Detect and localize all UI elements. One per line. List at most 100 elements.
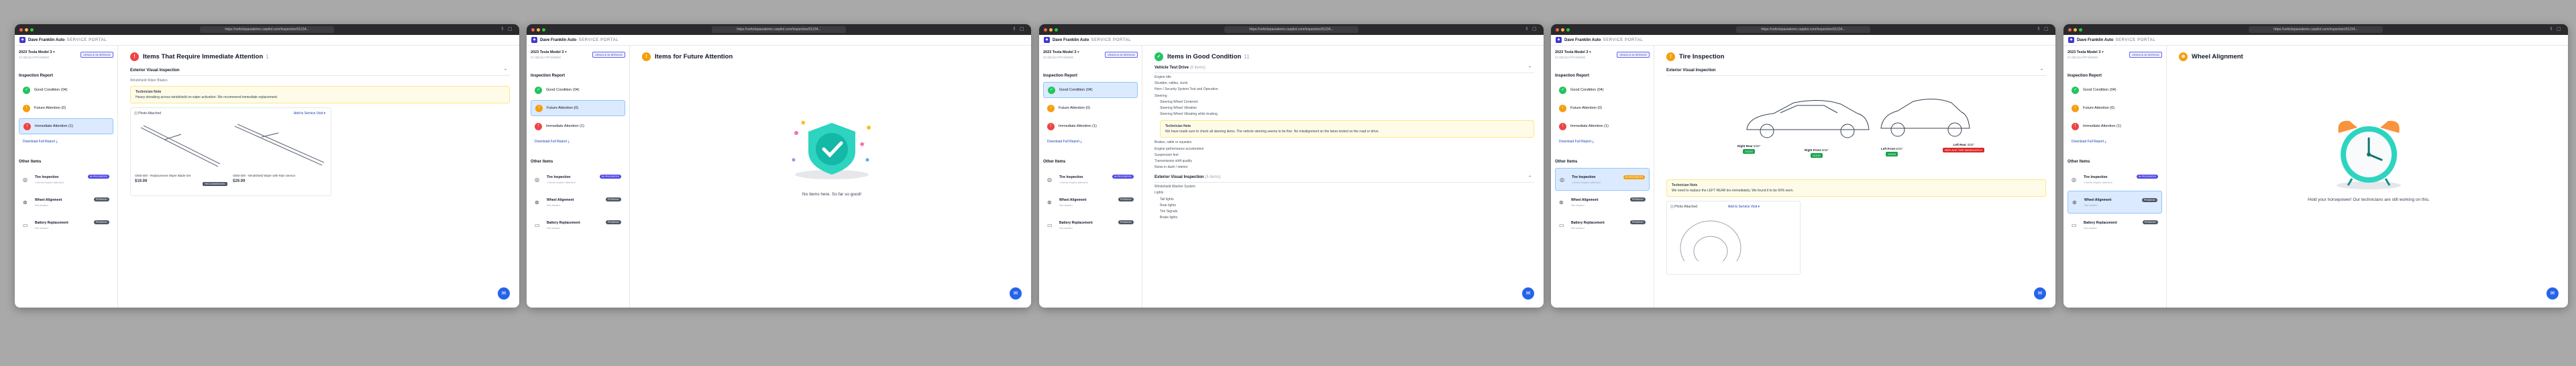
card-header[interactable]: Vehicle Test Drive (6 items) ⌃: [1155, 66, 1534, 73]
other-item-tire[interactable]: ◎ Tire Inspection 1 items require attentio…: [2068, 168, 2162, 191]
minimize-dot[interactable]: [537, 28, 540, 32]
other-item-wheel[interactable]: ⊛ Wheel Alignment Not started PENDING: [531, 191, 625, 214]
chat-button[interactable]: ✉: [498, 287, 510, 300]
chat-button[interactable]: ✉: [1010, 287, 1022, 300]
report-item-immediate[interactable]: ! Immediate Attention (1): [19, 118, 113, 134]
minimize-dot[interactable]: [1049, 28, 1053, 32]
share-icon[interactable]: ⇪: [2037, 27, 2042, 32]
minimize-dot[interactable]: [2074, 28, 2077, 32]
tabs-icon[interactable]: ▢: [1532, 27, 1538, 32]
url-bar[interactable]: https://vehiclepassdemo.carpilot.com/ins…: [1736, 26, 1870, 33]
report-item-good[interactable]: ✓ Good Condition (04): [1555, 82, 1650, 98]
tire-right-front[interactable]: Right Front 6/32" GOOD: [1805, 148, 1829, 158]
card-header[interactable]: Exterior Visual Inspection (5 items) ⌃: [1155, 175, 1534, 183]
report-item-immediate[interactable]: ! Immediate Attention (1): [2068, 118, 2162, 134]
exterior-list: Windshield Washer System Lights Tail lig…: [1155, 185, 1195, 220]
chevron-up-icon[interactable]: ⌃: [1528, 175, 1532, 180]
tire-left-rear[interactable]: Left Rear 3/32" REPLACE TIRE IMMEDIATELY: [1943, 143, 1985, 152]
other-item-wheel[interactable]: ⊛ Wheel Alignment Not started PENDING: [19, 191, 113, 214]
other-item-wheel[interactable]: ⊛ Wheel Alignment Not started PENDING: [2068, 191, 2162, 214]
status-badge: PENDING: [1118, 197, 1134, 201]
page-title: ✓ Items in Good Condition 11: [1155, 51, 1534, 62]
tire-right-rear[interactable]: Right Rear 5/32" GOOD: [1737, 144, 1760, 154]
chat-button[interactable]: ✉: [1522, 287, 1534, 300]
close-dot[interactable]: [19, 28, 23, 32]
report-item-immediate[interactable]: ! Immediate Attention (1): [531, 118, 625, 134]
report-item-future[interactable]: ! Future Attention (0): [1555, 100, 1650, 116]
chevron-up-icon[interactable]: ⌃: [504, 68, 507, 73]
zoom-dot[interactable]: [30, 28, 34, 32]
test-drive-list: Engine Idle Shudder, rattles, clunk Horn…: [1155, 75, 1218, 117]
report-item-future[interactable]: ! Future Attention (0): [531, 100, 625, 116]
part-option-1[interactable]: OEM 600 - Replacement Wiper Blade Set $19…: [135, 174, 227, 186]
other-item-wheel[interactable]: ⊛ Wheel Alignment Not started PENDING: [1043, 191, 1138, 214]
chat-button[interactable]: ✉: [2034, 287, 2046, 300]
report-item-future[interactable]: ! Future Attention (0): [1043, 100, 1138, 116]
report-item-good[interactable]: ✓ Good Condition (04): [1043, 82, 1138, 98]
other-item-battery[interactable]: ▭ Battery Replacement Not started PENDING: [1043, 214, 1138, 236]
other-item-tire[interactable]: ◎ Tire Inspection 1 items require attentio…: [1043, 168, 1138, 191]
share-icon[interactable]: ⇪: [500, 27, 506, 32]
tabs-icon[interactable]: ▢: [508, 27, 513, 32]
report-item-good[interactable]: ✓ Good Condition (04): [531, 82, 625, 98]
minimize-dot[interactable]: [25, 28, 28, 32]
url-bar[interactable]: https://vehiclepassdemo.carpilot.com/ins…: [2249, 26, 2383, 33]
tabs-icon[interactable]: ▢: [2557, 27, 2562, 32]
close-dot[interactable]: [2068, 28, 2072, 32]
other-item-wheel[interactable]: ⊛ Wheel Alignment Not started PENDING: [1555, 191, 1650, 214]
other-item-battery[interactable]: ▭ Battery Replacement Not started PENDING: [1555, 214, 1650, 236]
tire-left-front[interactable]: Left Front 6/32" GOOD: [1881, 147, 1903, 156]
download-report-link[interactable]: Download Full Report ⤓: [1559, 140, 1650, 144]
share-icon[interactable]: ⇪: [2549, 27, 2555, 32]
download-report-link[interactable]: Download Full Report ⤓: [535, 140, 625, 144]
download-report-link[interactable]: Download Full Report ⤓: [2072, 140, 2162, 144]
chat-button[interactable]: ✉: [2546, 287, 2559, 300]
portal-label: SERVICE PORTAL: [1091, 38, 1132, 42]
add-service-button[interactable]: Add to Service Visit ▾: [294, 111, 325, 116]
zoom-dot[interactable]: [1566, 28, 1570, 32]
part-option-2[interactable]: OEM 600 - Windshield Wiper with Rain Sen…: [233, 174, 327, 183]
other-item-tire[interactable]: ◎ Tire Inspection 1 items require attentio…: [1555, 168, 1650, 191]
download-report-link[interactable]: Download Full Report ⤓: [23, 140, 113, 144]
add-service-button[interactable]: Add to Service Visit ▾: [1728, 205, 1760, 209]
technician-note: Technician Note We have made sure to chec…: [1160, 120, 1534, 138]
tire-icon: ◎: [1047, 176, 1052, 183]
vehicle-status-badge: VEHICLE IN SERVICE: [2129, 52, 2162, 58]
main-content: ✓ Items in Good Condition 11 Vehicle Test …: [1150, 46, 1538, 308]
test-drive-card: Vehicle Test Drive (6 items) ⌃ Engine Idl…: [1155, 66, 1534, 171]
zoom-dot[interactable]: [542, 28, 545, 32]
status-badge: IN PROGRESS: [599, 175, 621, 179]
url-bar[interactable]: https://vehiclepassdemo.carpilot.com/ins…: [712, 26, 846, 33]
card-header[interactable]: Exterior Visual Inspection ⌃: [130, 68, 510, 76]
vehicle-status-badge: VEHICLE IN SERVICE: [80, 52, 113, 58]
chevron-up-icon[interactable]: ⌃: [2040, 68, 2043, 73]
card-header[interactable]: Exterior Visual Inspection ⌃: [1666, 68, 2046, 76]
report-item-immediate[interactable]: ! Immediate Attention (1): [1043, 118, 1138, 134]
download-report-link[interactable]: Download Full Report ⤓: [1047, 140, 1138, 144]
report-item-future[interactable]: ! Future Attention (0): [2068, 100, 2162, 116]
report-item-immediate[interactable]: ! Immediate Attention (1): [1555, 118, 1650, 134]
tabs-icon[interactable]: ▢: [2044, 27, 2049, 32]
browser-chrome: https://vehiclepassdemo.carpilot.com/ins…: [1551, 24, 2055, 35]
share-icon[interactable]: ⇪: [1012, 27, 1018, 32]
url-bar[interactable]: https://vehiclepassdemo.carpilot.com/ins…: [1224, 26, 1358, 33]
other-item-battery[interactable]: ▭ Battery Replacement Not started PENDING: [19, 214, 113, 236]
chevron-up-icon[interactable]: ⌃: [1528, 66, 1532, 71]
other-item-tire[interactable]: ◎ Tire Inspection 1 items require attentio…: [19, 168, 113, 191]
share-icon[interactable]: ⇪: [1525, 27, 1530, 32]
report-item-good[interactable]: ✓ Good Condition (04): [2068, 82, 2162, 98]
minimize-dot[interactable]: [1561, 28, 1564, 32]
other-item-battery[interactable]: ▭ Battery Replacement Not started PENDING: [2068, 214, 2162, 236]
other-item-tire[interactable]: ◎ Tire Inspection 1 items require attentio…: [531, 168, 625, 191]
zoom-dot[interactable]: [1055, 28, 1058, 32]
report-item-future[interactable]: ! Future Attention (0): [19, 100, 113, 116]
url-bar[interactable]: https://vehiclepassdemo.carpilot.com/ins…: [200, 26, 334, 33]
close-dot[interactable]: [1556, 28, 1559, 32]
close-dot[interactable]: [531, 28, 535, 32]
portal-label: SERVICE PORTAL: [578, 38, 619, 42]
close-dot[interactable]: [1044, 28, 1047, 32]
zoom-dot[interactable]: [2079, 28, 2082, 32]
tabs-icon[interactable]: ▢: [1020, 27, 1025, 32]
other-item-battery[interactable]: ▭ Battery Replacement Not started PENDING: [531, 214, 625, 236]
report-item-good[interactable]: ✓ Good Condition (04): [19, 82, 113, 98]
